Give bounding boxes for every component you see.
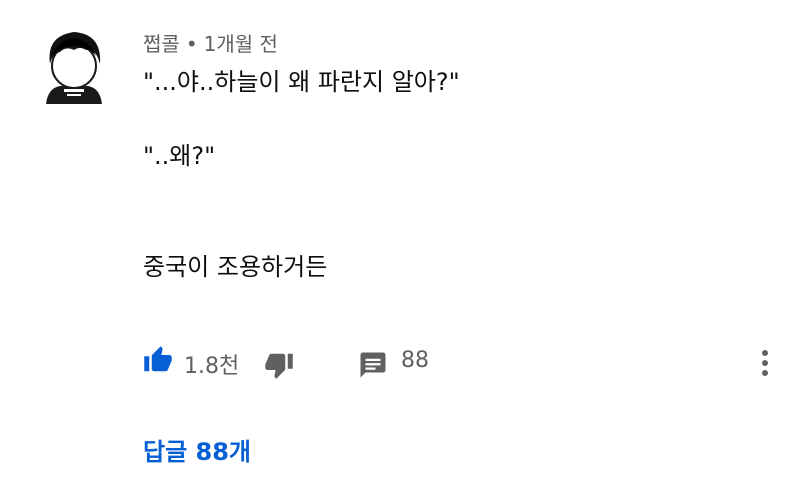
- comment-time: 1개월 전: [203, 32, 278, 56]
- comment-line: "...야..하늘이 왜 파란지 알아?": [143, 68, 460, 96]
- more-button[interactable]: [755, 346, 775, 380]
- comment-text: "...야..하늘이 왜 파란지 알아?" "..왜?" 중국이 조용하거든: [143, 64, 460, 286]
- reply-count: 88: [401, 348, 429, 373]
- comment-icon: [360, 352, 386, 378]
- comment-meta: 쩝콜 • 1개월 전: [143, 28, 278, 57]
- thumbs-up-icon: [144, 346, 172, 372]
- avatar-image: [46, 32, 102, 104]
- like-button[interactable]: [143, 344, 173, 376]
- comment-line: [143, 212, 460, 249]
- comment-author[interactable]: 쩝콜: [143, 32, 180, 56]
- comment-line: "..왜?": [143, 142, 216, 170]
- view-replies-link[interactable]: 답글 88개: [143, 432, 251, 467]
- avatar[interactable]: [38, 26, 110, 104]
- like-count: 1.8천: [184, 354, 240, 379]
- meta-separator: •: [185, 32, 198, 56]
- thumbs-down-icon: [265, 353, 293, 379]
- more-vertical-icon: [762, 350, 768, 376]
- comment-line: [143, 175, 460, 212]
- comment-line: 중국이 조용하거든: [143, 253, 328, 281]
- reply-button[interactable]: [358, 350, 388, 380]
- dislike-button[interactable]: [264, 350, 294, 380]
- comment-line: [143, 101, 460, 138]
- comment-actions: 1.8천 88: [143, 344, 783, 384]
